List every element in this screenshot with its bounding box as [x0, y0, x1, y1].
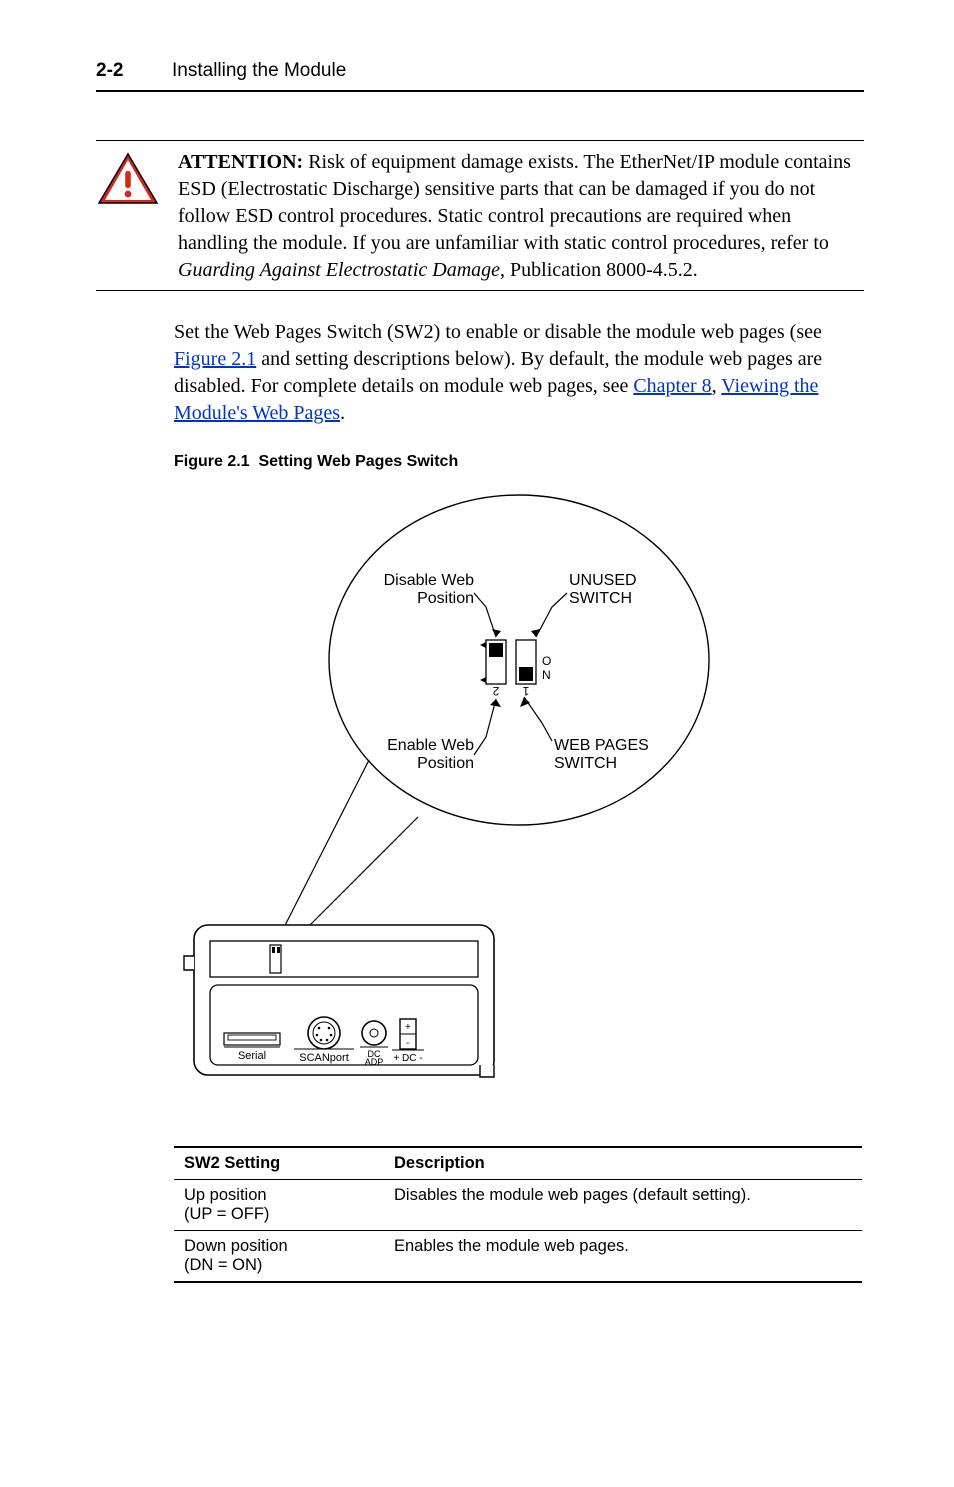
svg-text:-: -: [406, 1038, 409, 1049]
label-position-1: Position: [417, 590, 474, 607]
page: 2-2 Installing the Module ATTENTION: Ris…: [0, 0, 954, 1487]
label-switch-1: SWITCH: [569, 590, 632, 607]
cell-setting-line2: (DN = ON): [184, 1256, 262, 1274]
label-serial: Serial: [238, 1050, 266, 1062]
cell-setting-line2: (UP = OFF): [184, 1205, 269, 1223]
dip-label-o: O: [542, 654, 551, 668]
attention-block: ATTENTION: Risk of equipment damage exis…: [96, 149, 864, 291]
cell-setting: Up position (UP = OFF): [174, 1180, 384, 1231]
figure-caption-title: Setting Web Pages Switch: [258, 453, 458, 470]
label-unused: UNUSED: [569, 572, 637, 589]
dip-label-2: 2: [492, 684, 499, 698]
table-header-row: SW2 Setting Description: [174, 1147, 862, 1180]
table-row: Up position (UP = OFF) Disables the modu…: [174, 1180, 862, 1231]
col-header-setting: SW2 Setting: [174, 1147, 384, 1180]
svg-text:+: +: [405, 1022, 411, 1033]
label-disable-web: Disable Web: [384, 572, 475, 589]
figure: Disable Web Position UNUSED SWITCH: [174, 485, 734, 1110]
attention-text: ATTENTION: Risk of equipment damage exis…: [178, 149, 864, 284]
table-row: Down position (DN = ON) Enables the modu…: [174, 1231, 862, 1283]
module-icon: Serial SCANport DC ADP +: [184, 925, 494, 1077]
section-title: Installing the Module: [172, 60, 346, 82]
body-text-3: ,: [712, 375, 722, 397]
col-header-desc: Description: [384, 1147, 862, 1180]
label-dc: + DC -: [393, 1053, 422, 1064]
page-number: 2-2: [96, 60, 136, 82]
attention-top-rule: [96, 140, 864, 141]
attention-label: ATTENTION:: [178, 151, 303, 173]
dip-label-1: 1: [522, 684, 529, 698]
figure-caption-number: Figure 2.1: [174, 453, 250, 470]
chapter-link[interactable]: Chapter 8: [633, 375, 711, 397]
body-text-4: .: [340, 402, 345, 424]
running-header: 2-2 Installing the Module: [96, 60, 864, 82]
cell-setting: Down position (DN = ON): [174, 1231, 384, 1283]
cell-setting-line1: Down position: [184, 1237, 288, 1255]
body-text-1: Set the Web Pages Switch (SW2) to enable…: [174, 321, 822, 343]
cell-desc: Enables the module web pages.: [384, 1231, 862, 1283]
header-rule: [96, 90, 864, 92]
label-scanport: SCANport: [299, 1052, 349, 1064]
cell-desc: Disables the module web pages (default s…: [384, 1180, 862, 1231]
warning-icon: [96, 151, 160, 207]
attention-body-2: , Publication 8000-4.5.2.: [500, 259, 698, 281]
settings-table: SW2 Setting Description Up position (UP …: [174, 1146, 864, 1283]
dip-label-n: N: [542, 668, 551, 682]
label-dc-adp-2: ADP: [365, 1057, 384, 1067]
label-enable-web: Enable Web: [387, 737, 474, 754]
cell-setting-line1: Up position: [184, 1186, 267, 1204]
label-web-pages: WEB PAGES: [554, 737, 649, 754]
label-position-2: Position: [417, 755, 474, 772]
body-paragraph: Set the Web Pages Switch (SW2) to enable…: [174, 319, 864, 427]
attention-italic: Guarding Against Electrostatic Damage: [178, 259, 500, 281]
figure-caption: Figure 2.1 Setting Web Pages Switch: [174, 453, 864, 471]
dip-switch-icon: O N 2 1: [480, 640, 551, 698]
figure-svg: Disable Web Position UNUSED SWITCH: [174, 485, 734, 1105]
label-switch-2: SWITCH: [554, 755, 617, 772]
figure-link[interactable]: Figure 2.1: [174, 348, 256, 370]
